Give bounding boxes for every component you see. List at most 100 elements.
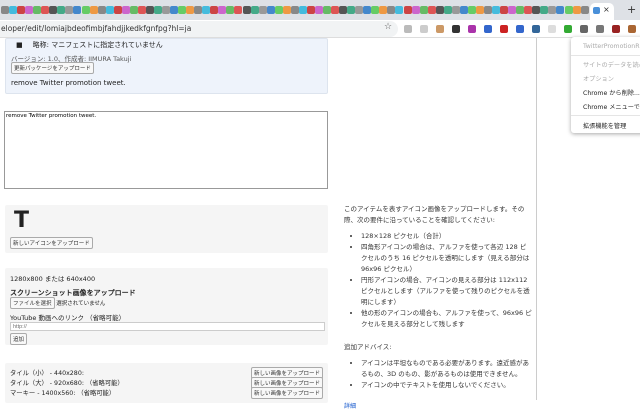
tab-favicon-icon[interactable] (419, 6, 428, 14)
youtube-url-input[interactable] (10, 322, 325, 331)
tab-favicon-icon[interactable] (258, 6, 267, 14)
tab-favicon-icon[interactable] (41, 6, 50, 14)
upload-icon-button[interactable]: 新しいアイコンをアップロード (10, 237, 93, 249)
extension-icon[interactable] (468, 25, 476, 33)
tab-favicon-icon[interactable] (500, 6, 509, 14)
tab-favicon-icon[interactable] (73, 6, 82, 14)
new-tab-button[interactable]: + (627, 3, 636, 16)
tab-favicon-icon[interactable] (572, 6, 581, 14)
tab-favicon-icon[interactable] (532, 6, 541, 14)
tab-favicon-icon[interactable] (89, 6, 98, 14)
tab-favicon-icon[interactable] (250, 6, 259, 14)
tab-favicon-icon[interactable] (113, 6, 122, 14)
tab-favicon-icon[interactable] (121, 6, 130, 14)
extension-icon[interactable] (580, 25, 588, 33)
tab-favicon-icon[interactable] (387, 6, 396, 14)
address-bar[interactable]: eloper/edit/lomiajbdeofimbjfahdjjkedkfgn… (0, 21, 398, 37)
bookmark-star-icon[interactable]: ☆ (384, 22, 392, 32)
add-video-button[interactable]: 追加 (10, 333, 28, 345)
tab-favicon-icon[interactable] (81, 6, 90, 14)
tab-favicon-icon[interactable] (395, 6, 404, 14)
extension-icon[interactable] (564, 25, 572, 33)
learn-more-link[interactable]: 詳細 (344, 401, 532, 412)
tab-favicon-icon[interactable] (210, 6, 219, 14)
tab-favicon-icon[interactable] (492, 6, 501, 14)
tab-favicon-icon[interactable] (282, 6, 291, 14)
tab-favicon-icon[interactable] (129, 6, 138, 14)
description-textarea[interactable] (4, 111, 328, 189)
tab-favicon-icon[interactable] (580, 6, 589, 14)
tab-favicon-icon[interactable] (202, 6, 211, 14)
tab-favicon-icon[interactable] (274, 6, 283, 14)
tab-favicon-icon[interactable] (443, 6, 452, 14)
tab-favicon-icon[interactable] (9, 6, 18, 14)
extension-icon[interactable] (484, 25, 492, 33)
upload-tile-button[interactable]: 新しい画像をアップロード (250, 387, 323, 399)
tab-favicon-icon[interactable] (25, 6, 34, 14)
tab-favicon-icon[interactable] (331, 6, 340, 14)
extension-icon[interactable] (452, 25, 460, 33)
tab-favicon-icon[interactable] (65, 6, 74, 14)
menu-item-remove[interactable]: Chrome から削除... (583, 88, 640, 97)
tab-favicon-icon[interactable] (49, 6, 58, 14)
tab-favicon-icon[interactable] (57, 6, 66, 14)
tab-favicon-icon[interactable] (105, 6, 114, 14)
tab-favicon-icon[interactable] (540, 6, 549, 14)
tab-favicon-icon[interactable] (306, 6, 315, 14)
tab-favicon-icon[interactable] (194, 6, 203, 14)
close-tab-icon[interactable]: × (603, 5, 610, 14)
tab-favicon-icon[interactable] (548, 6, 557, 14)
upload-package-button[interactable]: 更新パッケージをアップロード (11, 62, 94, 74)
tab-favicon-icon[interactable] (459, 6, 468, 14)
tab-favicon-icon[interactable] (347, 6, 356, 14)
tab-favicon-icon[interactable] (556, 6, 565, 14)
extension-icon[interactable] (532, 25, 540, 33)
extension-icon[interactable] (548, 25, 556, 33)
tab-favicon-icon[interactable] (355, 6, 364, 14)
tab-favicon-icon[interactable] (339, 6, 348, 14)
tab-favicon-icon[interactable] (379, 6, 388, 14)
extension-icon[interactable] (612, 25, 620, 33)
extension-icon[interactable] (404, 25, 412, 33)
menu-item-hide[interactable]: Chrome メニューで (583, 102, 640, 111)
extension-icon[interactable] (420, 25, 428, 33)
tab-favicon-icon[interactable] (234, 6, 243, 14)
tab-favicon-icon[interactable] (242, 6, 251, 14)
tab-favicon-icon[interactable] (475, 6, 484, 14)
tab-favicon-icon[interactable] (451, 6, 460, 14)
extension-icon[interactable] (436, 25, 444, 33)
tab-favicon-icon[interactable] (508, 6, 517, 14)
active-tab[interactable]: × (590, 3, 614, 20)
choose-file-button[interactable]: ファイルを選択 (10, 297, 55, 309)
extension-icon[interactable] (500, 25, 508, 33)
tab-favicon-icon[interactable] (484, 6, 492, 14)
tab-favicon-icon[interactable] (403, 6, 412, 14)
tab-favicon-icon[interactable] (145, 6, 154, 14)
tab-favicon-icon[interactable] (178, 6, 187, 14)
menu-item-manage[interactable]: 拡張機能を管理 (583, 121, 626, 130)
tab-favicon-icon[interactable] (266, 6, 275, 14)
tab-favicon-icon[interactable] (170, 6, 179, 14)
tab-favicon-icon[interactable] (137, 6, 146, 14)
tab-favicon-icon[interactable] (524, 6, 533, 14)
tab-favicon-icon[interactable] (97, 6, 106, 14)
tab-favicon-icon[interactable] (435, 6, 444, 14)
tab-favicon-icon[interactable] (564, 6, 573, 14)
tab-favicon-icon[interactable] (363, 6, 372, 14)
tab-favicon-icon[interactable] (226, 6, 235, 14)
tab-favicon-icon[interactable] (314, 6, 323, 14)
tab-favicon-icon[interactable] (162, 6, 170, 14)
tab-favicon-icon[interactable] (1, 6, 9, 14)
tab-favicon-icon[interactable] (17, 6, 26, 14)
tab-favicon-icon[interactable] (467, 6, 476, 14)
tab-favicon-icon[interactable] (371, 6, 380, 14)
extension-icon[interactable] (516, 25, 524, 33)
tab-favicon-icon[interactable] (298, 6, 307, 14)
tab-favicon-icon[interactable] (186, 6, 195, 14)
tab-favicon-icon[interactable] (218, 6, 227, 14)
tab-favicon-icon[interactable] (153, 6, 162, 14)
tab-favicon-icon[interactable] (516, 6, 525, 14)
extension-icon[interactable] (628, 25, 636, 33)
tab-favicon-icon[interactable] (427, 6, 436, 14)
tab-favicon-icon[interactable] (323, 6, 331, 14)
